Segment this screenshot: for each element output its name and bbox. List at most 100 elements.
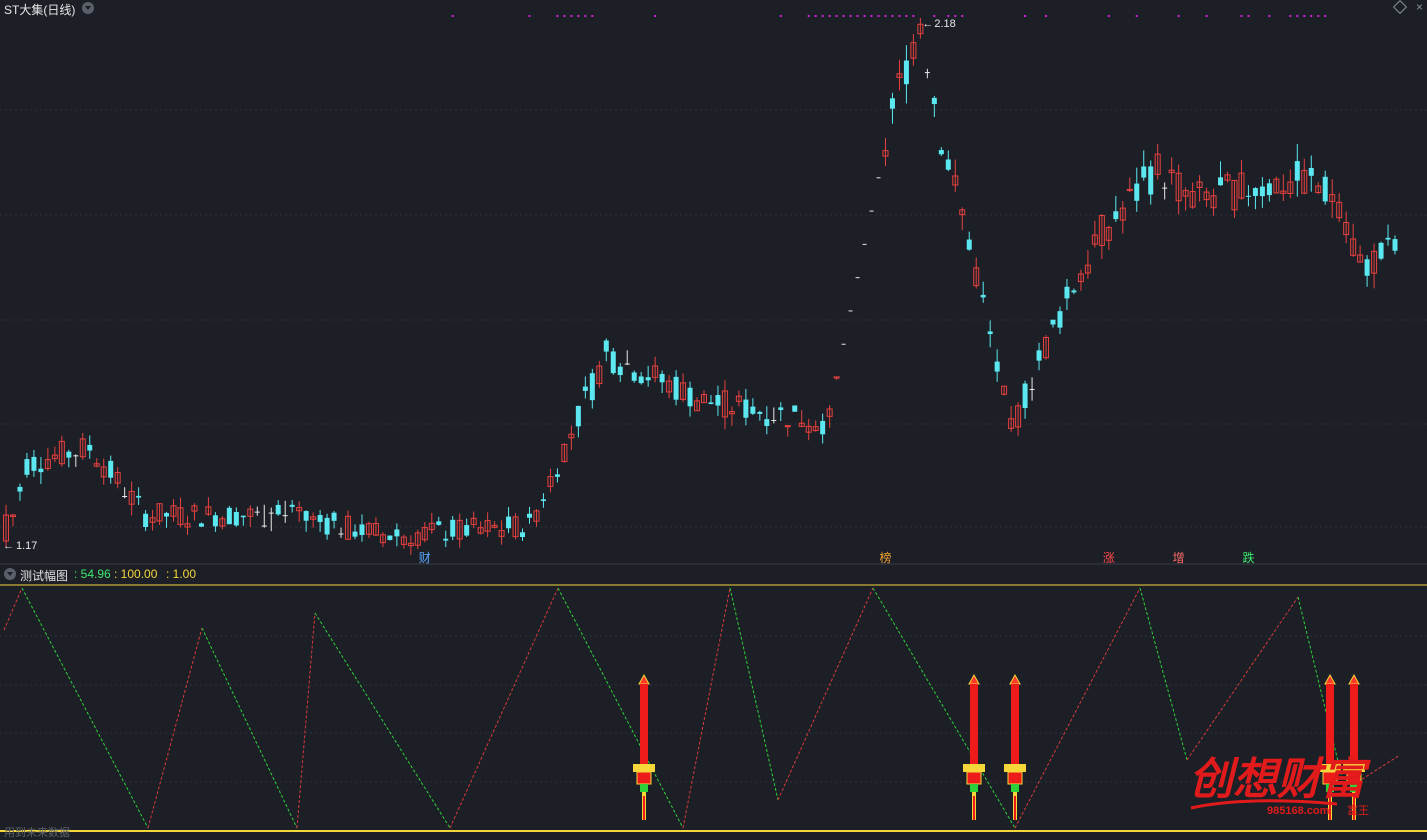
signal-dot [849,15,852,17]
candle-body-down [324,517,330,535]
candle-body-down [1245,195,1251,197]
signal-dot [654,15,657,17]
candle-body-down [1252,188,1258,196]
signal-dot [912,15,915,17]
signal-dot [884,15,887,17]
high-arrow: ← [922,18,933,30]
signal-dot [814,15,817,17]
signal-dot [905,15,908,17]
zigzag-segment [201,627,298,829]
rocket-body [1011,684,1019,764]
candle-body-down [743,399,749,418]
signal-dot [556,15,559,17]
rocket-tip [1348,673,1360,685]
signal-dot [1247,15,1250,17]
candle-body-down [73,455,79,457]
rocket-base [1007,771,1023,785]
signal-dot [570,15,573,17]
zigzag-segment [3,587,23,631]
candle-body-down [240,515,246,518]
candle-body-down [673,376,679,400]
candle-body-down [24,459,30,475]
zigzag-segment [1186,596,1299,761]
candle-body-down [387,535,393,540]
candle-body-down [436,521,442,525]
indicator-name: 测试幅图 [20,569,69,583]
signal-dot [1310,15,1313,17]
candle-body-down [631,372,637,381]
candle-body-down [945,159,951,170]
candle-body-down [38,468,44,473]
rocket-tip [638,673,650,685]
candle-body-down [589,373,595,401]
signal-dot [591,15,594,17]
candle-body-down [143,513,149,528]
candle-body-down [268,512,274,514]
rocket-wing [963,764,985,772]
zigzag-segment [729,587,779,801]
signal-dot [891,15,894,17]
candle-body-down [994,361,1000,372]
candle-body-down [87,444,93,451]
candle-body-down [1057,311,1063,328]
candle-body-down [450,519,456,537]
candle-body-down [1378,242,1384,259]
watermark-url: 985168.com [1267,805,1330,817]
signal-dot [1303,15,1306,17]
candle-body-down [1148,166,1154,195]
candle-body-down [1322,176,1328,202]
candle-body-down [338,533,344,535]
candle-body-down [764,419,770,426]
zigzag-segment [777,587,874,801]
signal-dot [577,15,580,17]
candle-body-down [31,456,37,471]
watermark-logo: 创想财富 985168.com 富王 [1189,755,1371,817]
signal-dot [842,15,845,17]
signal-dot [1317,15,1320,17]
rocket-base [636,771,652,785]
candle-body-down [198,523,204,527]
candle-body-down [1392,239,1398,251]
rocket-green [1011,784,1019,792]
low-price-label: 1.17 [16,540,37,552]
candle-body-down [317,515,323,522]
rocket-wing [1004,764,1026,772]
indicator-value-1: : 54.96 [74,567,111,581]
candle-body-down [624,363,630,365]
signal-dot [954,15,957,17]
indicator-value-3: : 1.00 [166,567,197,581]
candle-body-down [1036,350,1042,361]
candle-body-down [708,402,714,405]
candle-body-down [303,511,309,521]
event-marker: 跌 [1242,550,1254,565]
candle-body-down [261,525,267,527]
rocket-tip [1324,673,1336,685]
rocket-flame [1014,796,1016,820]
candle-body-down [1385,237,1391,240]
candle-body-down [233,512,239,526]
signal-dot [856,15,859,17]
footer-note: 用到未来数据 [4,827,70,839]
candle-body-down [464,525,470,536]
chevron-down-icon[interactable] [4,568,16,580]
candle-body-down [527,513,532,518]
candle-body-down [1364,259,1370,276]
rocket-body [970,684,978,764]
signal-dot [1240,15,1243,17]
rocket-flame [973,796,975,820]
watermark-seal: 富王 [1347,803,1369,817]
signal-dot [1268,15,1271,17]
zigzag-segment [872,587,1016,829]
zigzag-segment [296,612,316,829]
candle-body-down [1071,290,1077,293]
signal-dot [779,15,782,17]
event-marker: 涨 [1103,550,1115,565]
zigzag-segment [1014,587,1141,829]
kline-chart[interactable]: ← 2.18← 1.17财榜涨增跌 [0,0,1427,839]
candle-body-down [987,331,993,335]
candle-body-down [889,98,895,109]
signal-dot [870,15,873,17]
candle-body-down [750,406,756,414]
signal-dot [1045,15,1048,17]
event-marker: 财 [419,551,431,565]
